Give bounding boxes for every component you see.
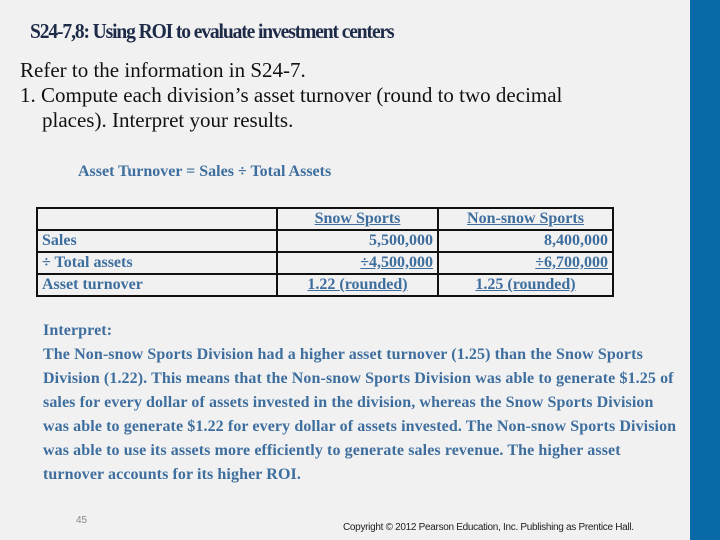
turnover-non-snow: 1.25 (rounded) (475, 276, 576, 293)
slide-number: 45 (76, 515, 88, 526)
intro-line-2: 1. Compute each division’s asset turnove… (20, 83, 563, 107)
turnover-non-snow-cell: 1.25 (rounded) (437, 273, 614, 297)
header-snow-sports: Snow Sports (314, 210, 401, 227)
sales-non-snow: 8,400,000 (437, 229, 614, 253)
table-header-row: Snow Sports Non-snow Sports (36, 207, 614, 231)
turnover-snow-cell: 1.22 (rounded) (276, 273, 439, 297)
slide-title: S24-7,8: Using ROI to evaluate investmen… (30, 19, 395, 43)
total-assets-snow-cell: ÷4,500,000 (276, 251, 439, 275)
row-label-total-assets: ÷ Total assets (36, 251, 278, 275)
turnover-snow: 1.22 (rounded) (307, 276, 408, 293)
interpret-text: The Non-snow Sports Division had a highe… (43, 346, 677, 483)
header-non-snow-sports: Non-snow Sports (467, 210, 584, 227)
interpret-label: Interpret: (43, 322, 113, 339)
intro-line-3: places). Interpret your results. (42, 108, 294, 132)
asset-turnover-table: Snow Sports Non-snow Sports Sales 5,500,… (36, 207, 614, 297)
header-cell-snow-sports: Snow Sports (276, 207, 439, 231)
formula: Asset Turnover = Sales ÷ Total Assets (78, 163, 332, 180)
row-label-sales: Sales (36, 229, 278, 253)
intro-line-1: Refer to the information in S24-7. (20, 58, 306, 82)
accent-sidebar (690, 0, 720, 540)
table-row: Asset turnover 1.22 (rounded) 1.25 (roun… (36, 273, 614, 297)
row-label-asset-turnover: Asset turnover (36, 273, 278, 297)
total-assets-non-snow-cell: ÷6,700,000 (437, 251, 614, 275)
copyright-notice: Copyright © 2012 Pearson Education, Inc.… (343, 522, 634, 533)
header-cell-non-snow-sports: Non-snow Sports (437, 207, 614, 231)
sales-snow: 5,500,000 (276, 229, 439, 253)
header-cell-blank (36, 207, 278, 231)
table-row: ÷ Total assets ÷4,500,000 ÷6,700,000 (36, 251, 614, 275)
intro-text: Refer to the information in S24-7. 1. Co… (20, 58, 562, 133)
table-row: Sales 5,500,000 8,400,000 (36, 229, 614, 253)
total-assets-non-snow: ÷6,700,000 (535, 254, 608, 271)
total-assets-snow: ÷4,500,000 (360, 254, 433, 271)
interpretation: Interpret: The Non-snow Sports Division … (43, 319, 683, 487)
